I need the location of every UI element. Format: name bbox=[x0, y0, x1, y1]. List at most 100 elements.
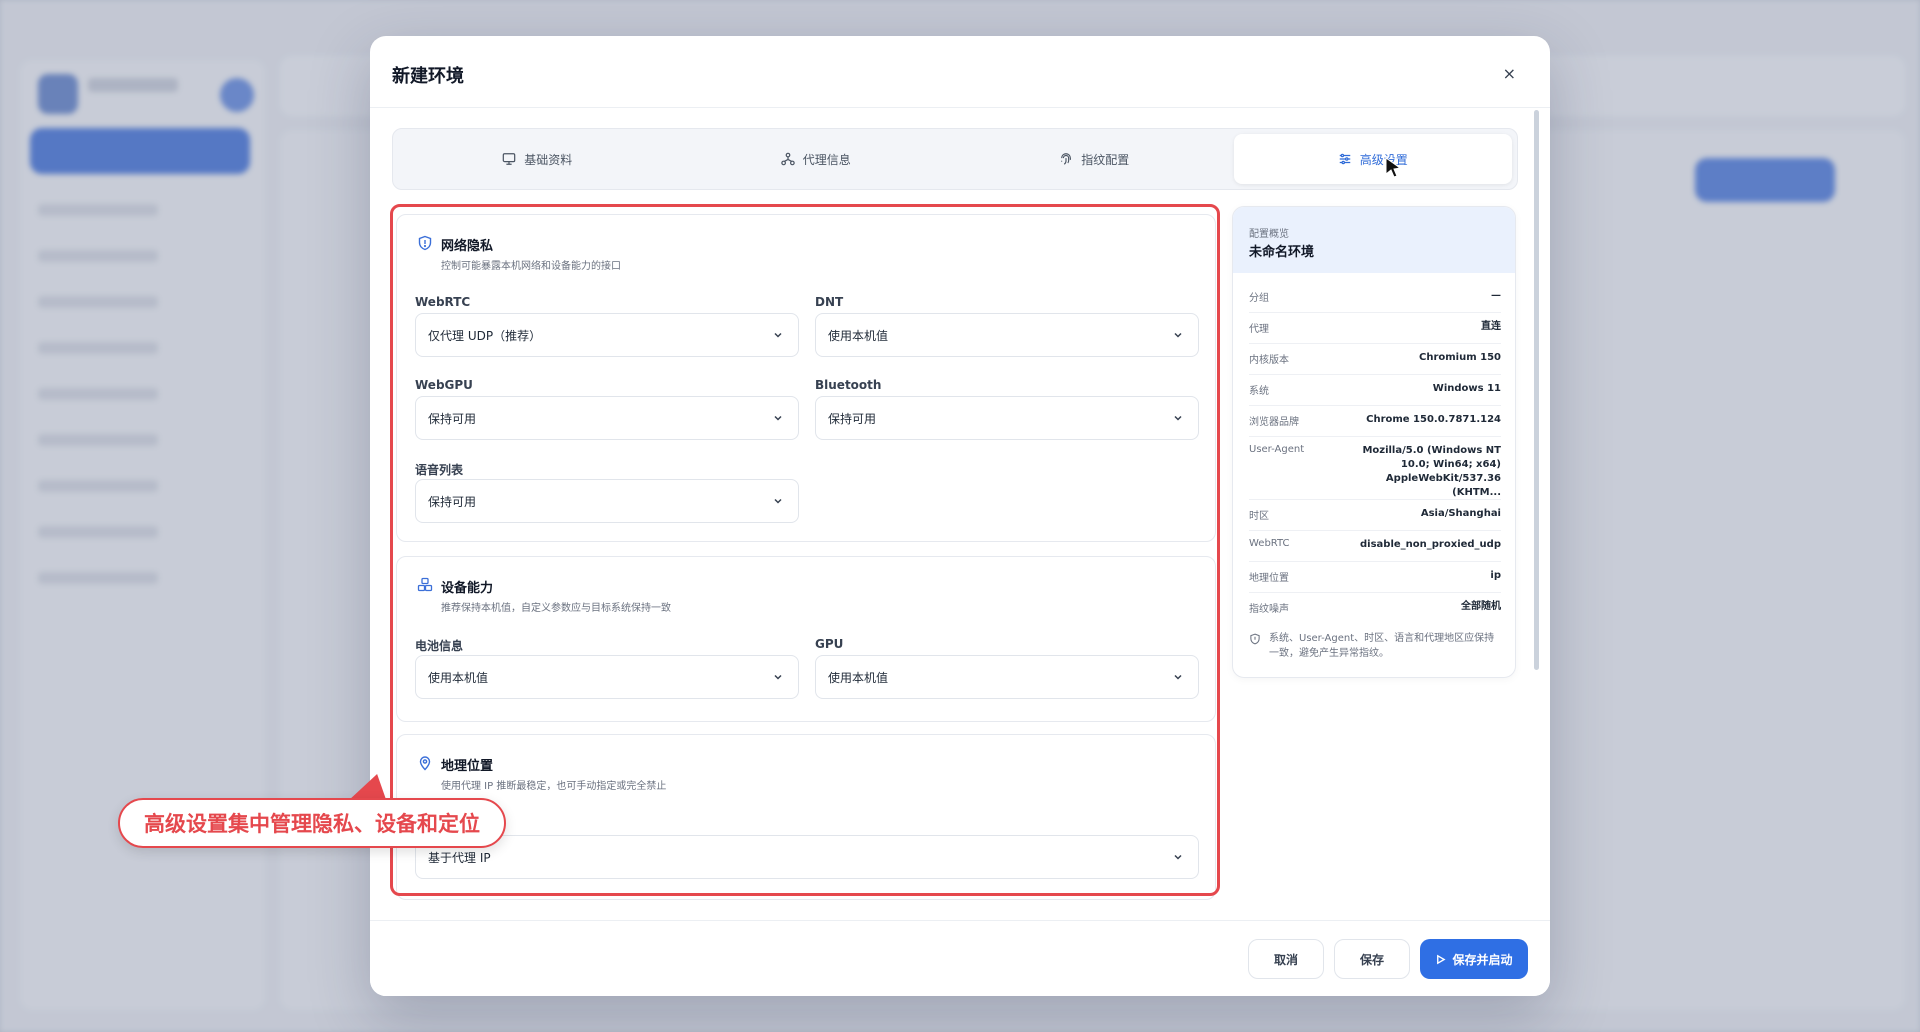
select-value: 使用本机值 bbox=[828, 328, 889, 343]
summary-key: 内核版本 bbox=[1249, 355, 1289, 366]
webgpu-select[interactable]: 保持可用 bbox=[415, 396, 799, 440]
summary-note-text: 系统、User-Agent、时区、语言和代理地区应保持一致，避免产生异常指纹。 bbox=[1269, 633, 1495, 659]
config-summary-panel: 配置概览 未命名环境 分组 — 代理 直连 内核版本 Chromium 150 系统 W… bbox=[1232, 206, 1516, 678]
summary-row-webrtc: WebRTC disable_non_proxied_udp bbox=[1249, 538, 1501, 562]
voices-label: 语音列表 bbox=[415, 463, 464, 477]
section-title: 地理位置 bbox=[441, 759, 494, 774]
summary-value: 全部随机 bbox=[1461, 601, 1501, 612]
save-button[interactable]: 保存 bbox=[1334, 939, 1410, 979]
section-device-capability: 设备能力 推荐保持本机值，自定义参数应与目标系统保持一致 电池信息 使用本机值 … bbox=[396, 556, 1216, 722]
chevron-down-icon bbox=[774, 498, 782, 504]
dialog-title: 新建环境 bbox=[392, 66, 464, 87]
summary-key: 指纹噪声 bbox=[1249, 604, 1289, 615]
annotation-callout: 高级设置集中管理隐私、设备和定位 bbox=[118, 798, 506, 848]
section-network-privacy: 网络隐私 控制可能暴露本机网络和设备能力的接口 WebRTC 仅代理 UDP（推… bbox=[396, 214, 1216, 542]
new-environment-dialog: 新建环境 × 基础资料 代理信息 指纹配置 高级设置 网络隐私 控制可能暴露本机… bbox=[370, 36, 1550, 996]
gpu-label: GPU bbox=[815, 637, 844, 651]
summary-header: 配置概览 未命名环境 bbox=[1233, 207, 1515, 273]
dialog-footer: 取消 保存 保存并启动 bbox=[370, 920, 1550, 996]
webgpu-label: WebGPU bbox=[415, 378, 473, 392]
battery-select[interactable]: 使用本机值 bbox=[415, 655, 799, 699]
tab-label: 代理信息 bbox=[802, 152, 851, 167]
play-icon bbox=[1437, 954, 1447, 964]
section-title: 网络隐私 bbox=[441, 239, 494, 254]
shield-icon bbox=[418, 235, 432, 251]
chevron-down-icon bbox=[1174, 854, 1182, 860]
select-value: 保持可用 bbox=[428, 411, 477, 426]
dialog-scrollbar[interactable] bbox=[1534, 110, 1539, 670]
tab-bar: 基础资料 代理信息 指纹配置 高级设置 bbox=[392, 128, 1518, 190]
monitor-icon bbox=[502, 153, 516, 165]
summary-value: disable_non_proxied_udp bbox=[1360, 539, 1501, 550]
cancel-button[interactable]: 取消 bbox=[1248, 939, 1324, 979]
summary-row-os: 系统 Windows 11 bbox=[1249, 382, 1501, 406]
summary-key: User-Agent bbox=[1249, 444, 1305, 455]
tab-advanced-settings[interactable]: 高级设置 bbox=[1233, 134, 1512, 184]
select-value: 保持可用 bbox=[828, 411, 877, 426]
summary-value: 直连 bbox=[1481, 321, 1501, 332]
summary-value: Windows 11 bbox=[1432, 383, 1501, 394]
tab-proxy-info[interactable]: 代理信息 bbox=[677, 134, 956, 184]
summary-key: 分组 bbox=[1249, 293, 1269, 304]
tab-label: 基础资料 bbox=[524, 152, 573, 167]
summary-row-geolocation: 地理位置 ip bbox=[1249, 569, 1501, 593]
network-icon bbox=[780, 152, 795, 166]
summary-key: 时区 bbox=[1249, 511, 1269, 522]
summary-value: Chrome 150.0.7871.124 bbox=[1366, 414, 1501, 425]
tab-basic-info[interactable]: 基础资料 bbox=[398, 134, 677, 184]
shield-info-icon bbox=[1250, 633, 1260, 645]
chevron-down-icon bbox=[1174, 332, 1182, 338]
summary-value: — bbox=[1491, 290, 1501, 301]
select-value: 基于代理 IP bbox=[428, 850, 491, 865]
summary-row-proxy: 代理 直连 bbox=[1249, 320, 1501, 344]
section-description: 使用代理 IP 推断最稳定，也可手动指定或完全禁止 bbox=[441, 781, 667, 792]
webrtc-select[interactable]: 仅代理 UDP（推荐） bbox=[415, 313, 799, 357]
section-description: 推荐保持本机值，自定义参数应与目标系统保持一致 bbox=[441, 603, 671, 614]
select-value: 使用本机值 bbox=[828, 670, 889, 685]
dnt-select[interactable]: 使用本机值 bbox=[815, 313, 1199, 357]
fingerprint-icon bbox=[1061, 153, 1072, 165]
summary-value: ip bbox=[1490, 570, 1501, 581]
sliders-icon bbox=[1339, 153, 1350, 165]
gpu-select[interactable]: 使用本机值 bbox=[815, 655, 1199, 699]
section-description: 控制可能暴露本机网络和设备能力的接口 bbox=[441, 261, 621, 272]
summary-row-kernel: 内核版本 Chromium 150 bbox=[1249, 351, 1501, 375]
section-geolocation: 地理位置 使用代理 IP 推断最稳定，也可手动指定或完全禁止 基于代理 IP bbox=[396, 734, 1216, 900]
summary-kicker: 配置概览 bbox=[1249, 229, 1289, 240]
summary-key: WebRTC bbox=[1249, 538, 1290, 549]
battery-label: 电池信息 bbox=[415, 639, 464, 653]
dnt-label: DNT bbox=[815, 295, 844, 309]
voices-select[interactable]: 保持可用 bbox=[415, 479, 799, 523]
dialog-header: 新建环境 × bbox=[370, 36, 1550, 108]
summary-row-timezone: 时区 Asia/Shanghai bbox=[1249, 507, 1501, 531]
button-label: 保存并启动 bbox=[1452, 952, 1513, 967]
bluetooth-select[interactable]: 保持可用 bbox=[815, 396, 1199, 440]
advanced-settings-content: 网络隐私 控制可能暴露本机网络和设备能力的接口 WebRTC 仅代理 UDP（推… bbox=[392, 204, 1222, 954]
summary-row-fingerprint-noise: 指纹噪声 全部随机 bbox=[1249, 600, 1501, 624]
select-value: 使用本机值 bbox=[428, 670, 489, 685]
summary-key: 地理位置 bbox=[1249, 573, 1289, 584]
cubes-icon bbox=[417, 577, 433, 592]
geolocation-mode-select[interactable]: 基于代理 IP bbox=[415, 835, 1199, 879]
webrtc-label: WebRTC bbox=[415, 295, 471, 309]
summary-environment-name: 未命名环境 bbox=[1249, 245, 1315, 260]
summary-key: 浏览器品牌 bbox=[1249, 417, 1299, 428]
summary-key: 系统 bbox=[1249, 386, 1269, 397]
save-and-start-button[interactable]: 保存并启动 bbox=[1420, 939, 1528, 979]
summary-note: 系统、User-Agent、时区、语言和代理地区应保持一致，避免产生异常指纹。 bbox=[1249, 631, 1501, 661]
summary-value: Asia/Shanghai bbox=[1420, 508, 1501, 519]
summary-value: Chromium 150 bbox=[1418, 352, 1501, 363]
summary-key: 代理 bbox=[1249, 324, 1269, 335]
chevron-down-icon bbox=[774, 674, 782, 680]
bluetooth-label: Bluetooth bbox=[815, 378, 882, 392]
select-value: 仅代理 UDP（推荐） bbox=[428, 328, 542, 343]
tab-fingerprint-config[interactable]: 指纹配置 bbox=[955, 134, 1234, 184]
summary-row-group: 分组 — bbox=[1249, 289, 1501, 313]
section-title: 设备能力 bbox=[441, 581, 494, 596]
select-value: 保持可用 bbox=[428, 494, 477, 509]
close-icon[interactable]: × bbox=[1503, 64, 1516, 83]
chevron-down-icon bbox=[1174, 674, 1182, 680]
mouse-cursor-icon bbox=[1385, 157, 1402, 178]
summary-value: Mozilla/5.0 (Windows NT 10.0; Win64; x64… bbox=[1362, 445, 1501, 498]
summary-row-browser-brand: 浏览器品牌 Chrome 150.0.7871.124 bbox=[1249, 413, 1501, 437]
